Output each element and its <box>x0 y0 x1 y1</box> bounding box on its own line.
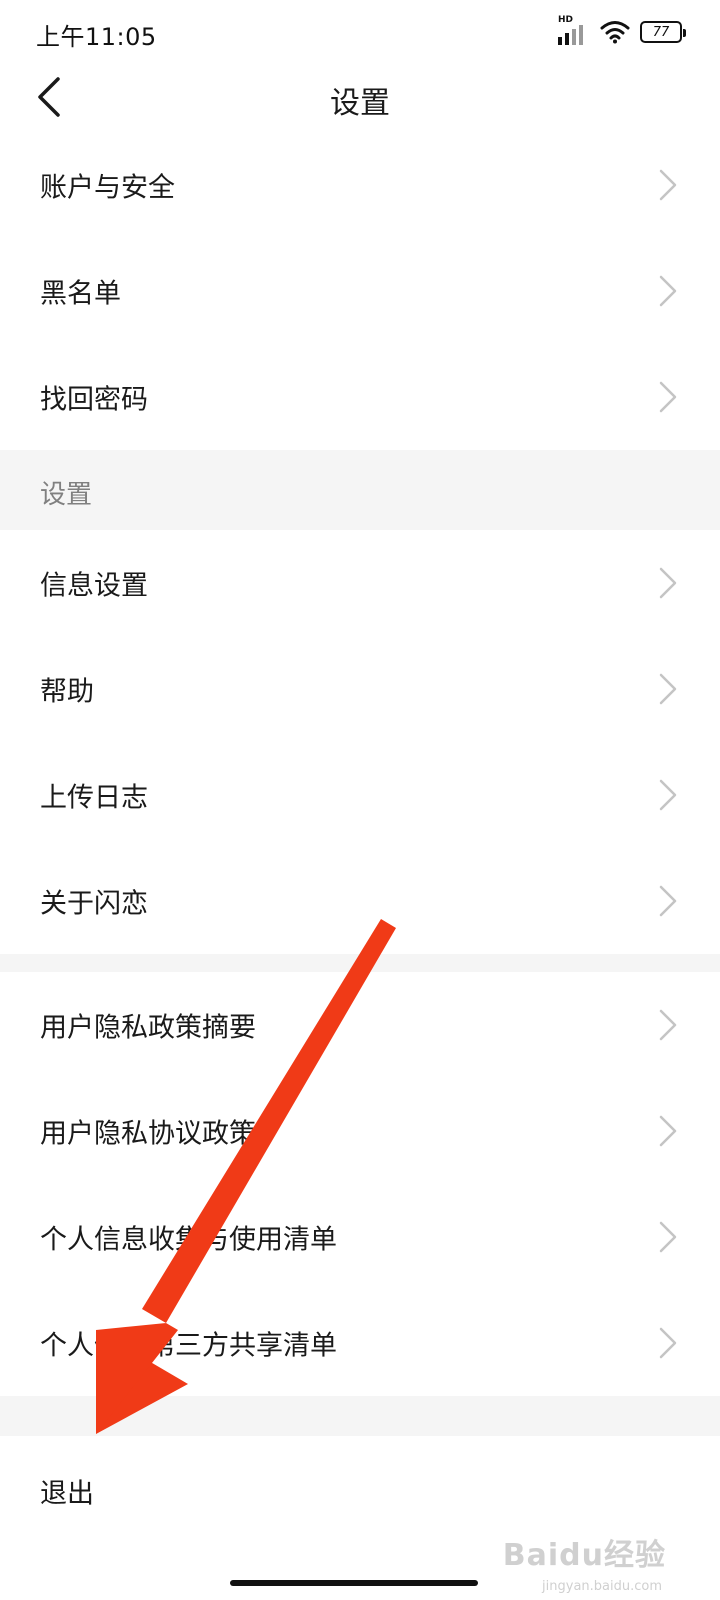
status-time: 上午11:05 <box>36 23 157 51</box>
row-about[interactable]: 关于闪恋 <box>0 848 720 954</box>
row-label: 信息设置 <box>40 570 148 602</box>
battery-icon: 77 <box>640 21 686 43</box>
watermark-url: jingyan.baidu.com <box>542 1579 662 1594</box>
row-label: 用户隐私协议政策 <box>40 1118 256 1150</box>
row-recover-password[interactable]: 找回密码 <box>0 344 720 450</box>
chevron-right-icon <box>659 381 677 413</box>
row-upload-log[interactable]: 上传日志 <box>0 742 720 848</box>
chevron-right-icon <box>659 1115 677 1147</box>
chevron-right-icon <box>659 169 677 201</box>
chevron-right-icon <box>659 275 677 307</box>
row-label: 用户隐私政策摘要 <box>40 1012 256 1044</box>
status-bar: 上午11:05 HD 77 <box>0 0 720 62</box>
section-header: 设置 <box>0 450 720 530</box>
row-label: 找回密码 <box>40 384 148 416</box>
settings-screen: 上午11:05 HD 77 设置 账户与安全 黑名单 找回密码 设置 信息设置 … <box>0 0 720 1600</box>
chevron-right-icon <box>659 567 677 599</box>
row-label: 个人信息第三方共享清单 <box>40 1330 337 1362</box>
chevron-right-icon <box>659 1327 677 1359</box>
row-label: 个人信息收集与使用清单 <box>40 1224 337 1256</box>
row-label: 帮助 <box>40 676 94 708</box>
row-third-party-sharing[interactable]: 个人信息第三方共享清单 <box>0 1290 720 1396</box>
row-label: 账户与安全 <box>40 172 175 204</box>
chevron-right-icon <box>659 779 677 811</box>
logout-label: 退出 <box>40 1478 94 1510</box>
row-label: 黑名单 <box>40 278 121 310</box>
chevron-right-icon <box>659 673 677 705</box>
row-privacy-summary[interactable]: 用户隐私政策摘要 <box>0 972 720 1078</box>
status-icons: HD 77 <box>558 15 686 45</box>
row-help[interactable]: 帮助 <box>0 636 720 742</box>
row-label: 关于闪恋 <box>40 888 148 920</box>
chevron-right-icon <box>659 1221 677 1253</box>
nav-bar: 设置 <box>0 62 720 132</box>
section-header-label: 设置 <box>40 480 93 510</box>
row-personal-info-collection[interactable]: 个人信息收集与使用清单 <box>0 1184 720 1290</box>
section-divider <box>0 1396 720 1436</box>
row-blacklist[interactable]: 黑名单 <box>0 238 720 344</box>
wifi-icon <box>600 21 630 44</box>
chevron-right-icon <box>659 885 677 917</box>
watermark-logo: Baidu经验 <box>502 1538 666 1573</box>
chevron-right-icon <box>659 1009 677 1041</box>
home-indicator[interactable] <box>230 1580 478 1586</box>
row-label: 上传日志 <box>40 782 148 814</box>
section-divider <box>0 954 720 972</box>
page-title: 设置 <box>330 86 390 121</box>
row-privacy-agreement[interactable]: 用户隐私协议政策 <box>0 1078 720 1184</box>
battery-level: 77 <box>652 24 670 40</box>
signal-icon: HD <box>558 15 590 45</box>
row-message-settings[interactable]: 信息设置 <box>0 530 720 636</box>
row-account-security[interactable]: 账户与安全 <box>0 132 720 238</box>
